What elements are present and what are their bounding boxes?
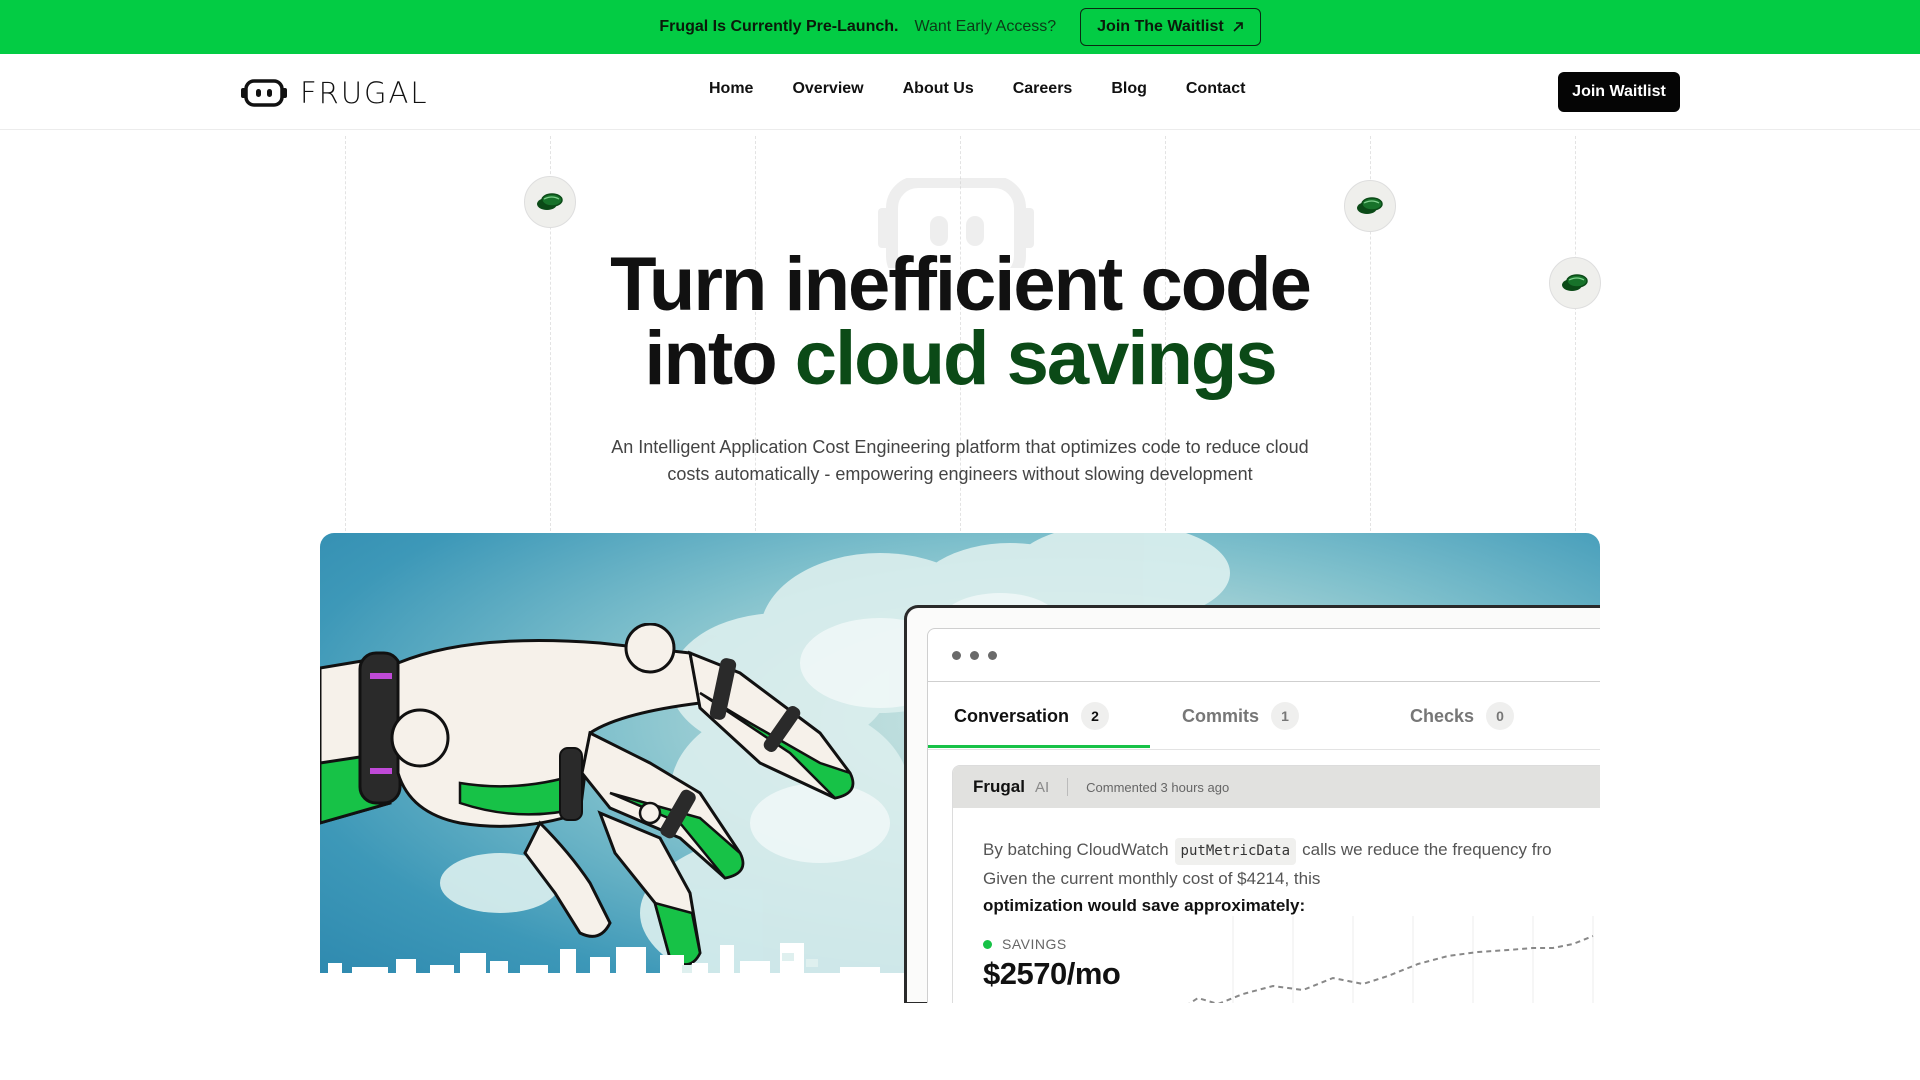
hero-title-accent: cloud savings <box>794 316 1278 401</box>
pr-review-content: Conversation 2 Commits 1 Checks 0 Frugal… <box>927 628 1600 1003</box>
tab-label: Conversation <box>954 705 1070 726</box>
tab-checks[interactable]: Checks 0 <box>1410 682 1515 750</box>
nav-item-overview[interactable]: Overview <box>792 80 863 98</box>
comment-header: Frugal AI Commented 3 hours ago <box>953 766 1600 808</box>
comment-author: Frugal <box>973 777 1025 796</box>
nav-item-careers[interactable]: Careers <box>1013 80 1073 98</box>
hero-title: Turn inefficient code into cloud savings <box>460 247 1460 397</box>
brand-name: FRUGAL <box>300 76 429 110</box>
announcement-prompt: Want Early Access? <box>914 18 1057 35</box>
savings-value: $2570/mo <box>983 956 1121 991</box>
hero-subtitle: An Intelligent Application Cost Engineer… <box>560 434 1360 488</box>
comment-text: calls we reduce the frequency fro <box>1302 840 1552 859</box>
pr-tabs: Conversation 2 Commits 1 Checks 0 <box>928 682 1600 750</box>
pr-review-window: Conversation 2 Commits 1 Checks 0 Frugal… <box>904 605 1600 1003</box>
nav-item-blog[interactable]: Blog <box>1111 80 1147 98</box>
window-dot[interactable] <box>952 651 961 660</box>
grid-line <box>1575 136 1576 531</box>
arrow-up-right-icon <box>1233 22 1243 32</box>
nav-item-contact[interactable]: Contact <box>1186 80 1246 98</box>
coins-icon <box>1344 180 1396 232</box>
brand-logo[interactable]: FRUGAL <box>240 76 429 110</box>
code-snippet: putMetricData <box>1174 838 1297 865</box>
main-menu: Home Overview About Us Careers Blog Cont… <box>709 80 1284 98</box>
grid-line <box>345 136 346 531</box>
ai-comment-card: Frugal AI Commented 3 hours ago By batch… <box>952 765 1600 1003</box>
join-waitlist-button[interactable]: Join Waitlist <box>1558 72 1680 112</box>
savings-label: SAVINGS <box>983 936 1067 952</box>
nav-item-about-us[interactable]: About Us <box>903 80 974 98</box>
window-dot[interactable] <box>970 651 979 660</box>
tab-commits[interactable]: Commits 1 <box>1182 682 1300 750</box>
hero-title-line2: into <box>644 316 777 401</box>
join-the-waitlist-button[interactable]: Join The Waitlist <box>1080 8 1261 46</box>
announcement-status: Frugal Is Currently Pre-Launch. <box>659 18 899 35</box>
coins-icon <box>1549 257 1601 309</box>
coins-icon <box>524 176 576 228</box>
active-tab-indicator <box>928 745 1150 748</box>
savings-label-text: SAVINGS <box>1002 936 1067 952</box>
ai-tag: AI <box>1034 778 1050 796</box>
status-dot <box>983 939 992 949</box>
hero-showcase: Conversation 2 Commits 1 Checks 0 Frugal… <box>320 533 1600 1003</box>
comment-timestamp: Commented 3 hours ago <box>1086 779 1230 795</box>
nav-item-home[interactable]: Home <box>709 80 753 98</box>
tab-conversation[interactable]: Conversation 2 <box>954 682 1110 750</box>
tab-count-badge: 0 <box>1486 702 1515 730</box>
robot-face-icon <box>241 79 287 107</box>
comment-text: Given the current monthly cost of $4214,… <box>983 869 1321 888</box>
top-nav: FRUGAL Home Overview About Us Careers Bl… <box>0 54 1920 130</box>
tab-label: Commits <box>1182 705 1260 726</box>
hero-subtitle-line1: An Intelligent Application Cost Engineer… <box>611 437 1309 457</box>
tab-count-badge: 1 <box>1271 702 1300 730</box>
hero-title-line1: Turn inefficient code <box>610 242 1312 327</box>
window-controls <box>952 651 997 660</box>
announcement-bar: Frugal Is Currently Pre-Launch. Want Ear… <box>0 0 1920 54</box>
header-divider <box>1067 778 1069 796</box>
savings-trend-graph <box>1188 916 1594 1003</box>
comment-text: By batching CloudWatch <box>983 840 1169 859</box>
join-the-waitlist-label: Join The Waitlist <box>1097 18 1224 35</box>
hero-subtitle-line2: costs automatically - empowering enginee… <box>667 464 1253 484</box>
window-dot[interactable] <box>988 651 997 660</box>
tab-label: Checks <box>1410 705 1475 726</box>
tab-count-badge: 2 <box>1081 702 1110 730</box>
